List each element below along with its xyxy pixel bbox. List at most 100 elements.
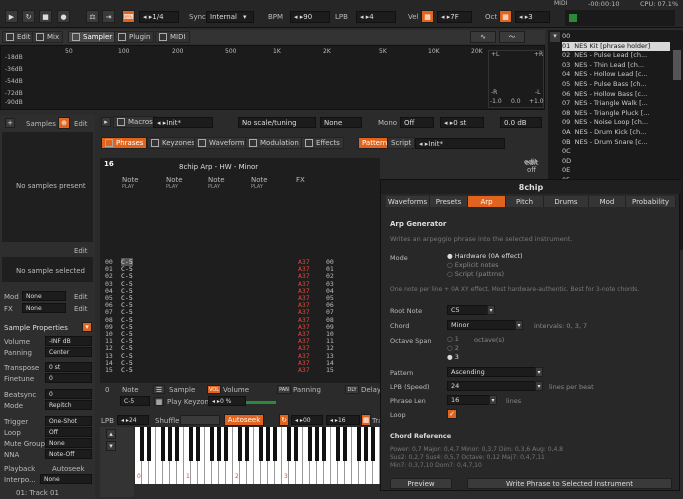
- piano-black-key[interactable]: [307, 427, 313, 461]
- preview-button[interactable]: Preview: [390, 478, 452, 489]
- instrument-row[interactable]: 0A NES - Drum Kick [ch...: [562, 128, 670, 137]
- write-phrase-button[interactable]: Write Phrase to Selected Instrument: [467, 478, 672, 489]
- macros-button[interactable]: Macros: [113, 116, 157, 128]
- instrument-row[interactable]: 0E: [562, 166, 670, 175]
- span-option-1[interactable]: ○ 1: [447, 335, 459, 343]
- transpose-toggle-icon[interactable]: ▦: [361, 414, 371, 426]
- piano-black-key[interactable]: [356, 427, 362, 461]
- record-button[interactable]: ●: [57, 10, 70, 23]
- instrument-row[interactable]: 0D: [562, 157, 670, 166]
- root-dropdown-icon[interactable]: ▾: [487, 305, 495, 315]
- samples-edit-link[interactable]: Edit: [74, 120, 88, 128]
- oct-field[interactable]: ◂ ▸ 3: [515, 11, 550, 23]
- mute-group-select[interactable]: None: [45, 438, 92, 448]
- loop-select[interactable]: Off: [45, 427, 92, 437]
- mode-select[interactable]: Repitch: [45, 400, 92, 410]
- piano-black-key[interactable]: [188, 427, 194, 461]
- octave-down-icon[interactable]: ▾: [106, 441, 116, 451]
- vel-field[interactable]: ◂ ▸ 7F: [437, 11, 472, 23]
- scrollbar[interactable]: [673, 50, 681, 80]
- tab-mod[interactable]: Mod: [589, 196, 626, 207]
- fx-cell[interactable]: A37: [298, 366, 310, 374]
- piano-keyboard[interactable]: 0 1 2 3: [135, 427, 380, 484]
- tab-phrases[interactable]: Phrases: [101, 137, 148, 149]
- mode-option-hardware[interactable]: ● Hardware (0A effect): [447, 252, 523, 260]
- span-option-2[interactable]: ○ 2: [447, 344, 459, 352]
- piano-black-key[interactable]: [195, 427, 201, 461]
- instrument-row[interactable]: 08 NES - Triangle Pluck [...: [562, 109, 670, 118]
- piano-black-key[interactable]: [370, 427, 376, 461]
- tab-mix[interactable]: Mix: [32, 31, 64, 43]
- mod-select[interactable]: None: [22, 291, 66, 301]
- tab-pitch[interactable]: Pitch: [506, 196, 544, 207]
- tab-waveform[interactable]: Waveform: [194, 137, 249, 149]
- instrument-row[interactable]: 05 NES - Pulse Bass [ch...: [562, 80, 670, 89]
- tab-keyzones[interactable]: Keyzones: [147, 137, 200, 149]
- mode-option-explicit[interactable]: ○ Explicit notes: [447, 261, 498, 269]
- off-toggle[interactable]: off: [527, 166, 536, 174]
- instrument-row[interactable]: 06 NES - Hollow Bass [c...: [562, 90, 670, 99]
- piano-black-key[interactable]: [223, 427, 229, 461]
- piano-black-key[interactable]: [216, 427, 222, 461]
- fx-edit-link[interactable]: Edit: [74, 305, 88, 313]
- instrument-row[interactable]: 02 NES - Pulse Lead [ch...: [562, 51, 670, 60]
- tab-presets[interactable]: Presets: [430, 196, 468, 207]
- instrument-row[interactable]: 09 NES - Noise Loop [ch...: [562, 118, 670, 127]
- waveform-view-icon[interactable]: ∿: [470, 31, 496, 43]
- range-start-field[interactable]: ◂ ▸ 00: [291, 415, 323, 425]
- lines-field[interactable]: ◂ ▸ 1/4: [139, 11, 179, 23]
- piano-black-key[interactable]: [286, 427, 292, 461]
- autoseek-button[interactable]: Autoseek: [224, 414, 264, 426]
- chord-select[interactable]: Minor: [447, 320, 523, 330]
- piano-black-key[interactable]: [293, 427, 299, 461]
- velocity-icon[interactable]: ▦: [421, 10, 434, 23]
- instrument-row[interactable]: 04 NES - Hollow Lead [c...: [562, 70, 670, 79]
- octave-up-icon[interactable]: ▴: [106, 429, 116, 439]
- tab-plugin[interactable]: Plugin: [114, 31, 155, 43]
- expand-icon[interactable]: ▸: [101, 117, 111, 127]
- instrument-row[interactable]: 01 NES Kit [phrase holder]: [562, 41, 670, 51]
- instrument-row[interactable]: 00: [562, 32, 670, 41]
- shuffle-slider[interactable]: [180, 415, 220, 425]
- tab-drums[interactable]: Drums: [544, 196, 589, 207]
- metronome-icon[interactable]: ⚖: [86, 10, 99, 23]
- piano-black-key[interactable]: [160, 427, 166, 461]
- piano-black-key[interactable]: [167, 427, 173, 461]
- collapse-icon[interactable]: ▾: [550, 32, 560, 42]
- script-button[interactable]: Script: [387, 137, 416, 149]
- piano-black-key[interactable]: [174, 427, 180, 461]
- phrase-preset-select[interactable]: ◂ ▸ Init*: [415, 138, 505, 149]
- edit-mode-button[interactable]: ⌨: [122, 10, 135, 23]
- panning-field[interactable]: Center: [45, 347, 92, 357]
- instrument-row[interactable]: 0B NES - Drum Snare [c...: [562, 138, 670, 147]
- properties-toggle-icon[interactable]: ▾: [82, 322, 92, 332]
- loop-play-button[interactable]: ↻: [22, 10, 35, 23]
- volume-field-2[interactable]: 0.0 dB: [500, 117, 542, 128]
- mode-option-script[interactable]: ○ Script (pattrns): [447, 270, 504, 278]
- mod-edit-link[interactable]: Edit: [74, 293, 88, 301]
- tab-sampler[interactable]: Sampler: [68, 31, 117, 43]
- glide-field[interactable]: Off: [400, 117, 434, 128]
- piano-black-key[interactable]: [244, 427, 250, 461]
- panning-column-toggle[interactable]: PAN: [277, 385, 291, 394]
- octave-icon[interactable]: ▦: [499, 10, 512, 23]
- len-dropdown-icon[interactable]: ▾: [489, 395, 497, 405]
- beatsync-field[interactable]: 0: [45, 389, 92, 399]
- add-sample-icon[interactable]: +: [5, 118, 15, 128]
- piano-black-key[interactable]: [272, 427, 278, 461]
- volume-column-toggle[interactable]: VOL: [207, 385, 221, 394]
- stop-button[interactable]: ■: [39, 10, 52, 23]
- macro-preset-select[interactable]: ◂ ▸ Init*: [153, 117, 213, 128]
- loop-toggle-icon[interactable]: ↻: [279, 414, 289, 426]
- piano-black-key[interactable]: [363, 427, 369, 461]
- instrument-row[interactable]: 07 NES - Triangle Walk [...: [562, 99, 670, 108]
- kb-lpb-field[interactable]: ◂ ▸ 24: [117, 415, 149, 425]
- piano-black-key[interactable]: [265, 427, 271, 461]
- finetune-field[interactable]: 0: [45, 373, 92, 383]
- piano-black-key[interactable]: [335, 427, 341, 461]
- tab-arp[interactable]: Arp: [468, 196, 506, 207]
- note-value-select[interactable]: C-5: [120, 396, 150, 406]
- sample-edit-link[interactable]: Edit: [74, 247, 88, 255]
- scale-select[interactable]: No scale/tuning: [238, 117, 316, 128]
- transpose-field-2[interactable]: ◂ ▸ 0 st: [440, 117, 484, 128]
